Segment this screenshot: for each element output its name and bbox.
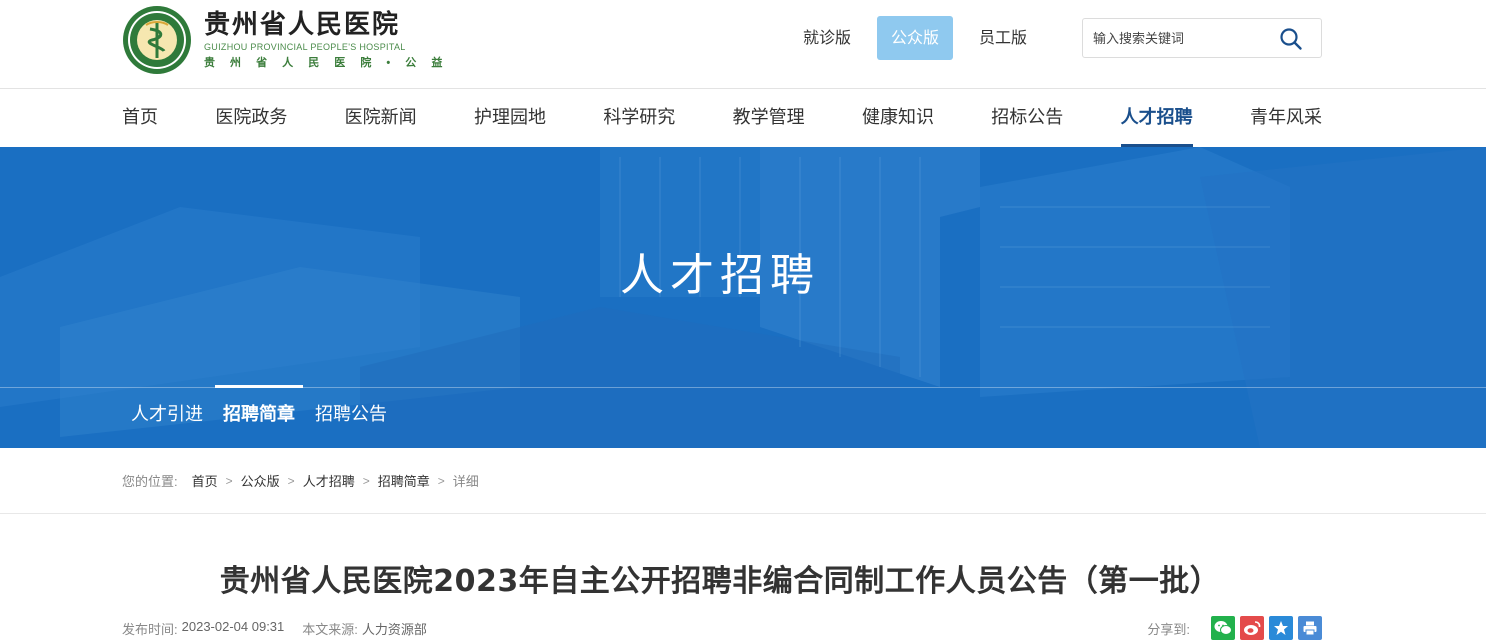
version-button-clinic[interactable]: 就诊版	[789, 16, 865, 60]
search-input[interactable]	[1083, 19, 1273, 57]
version-button-staff[interactable]: 员工版	[965, 16, 1041, 60]
nav-item-home[interactable]: 首页	[122, 89, 158, 147]
version-button-public[interactable]: 公众版	[877, 16, 954, 60]
breadcrumb-recruitment[interactable]: 人才招聘	[303, 471, 355, 490]
site-header: 贵州省人民医院 GUIZHOU PROVINCIAL PEOPLE'S HOSP…	[0, 0, 1486, 88]
wechat-icon[interactable]	[1211, 616, 1235, 640]
subnav-item-notice[interactable]: 招聘公告	[315, 387, 387, 448]
search-icon[interactable]	[1279, 27, 1303, 51]
article-source: 人力资源部	[361, 622, 427, 637]
nav-item-teaching[interactable]: 教学管理	[733, 89, 805, 147]
search-box	[1082, 18, 1322, 58]
article-meta: 发布时间: 2023-02-04 09:31 本文来源: 人力资源部	[122, 619, 445, 638]
nav-item-health[interactable]: 健康知识	[862, 89, 934, 147]
banner-title: 人才招聘	[620, 250, 820, 301]
subnav-item-talent[interactable]: 人才引进	[131, 387, 203, 448]
publish-time-label: 发布时间:	[122, 622, 178, 637]
breadcrumb-home[interactable]: 首页	[192, 471, 218, 490]
article-title: 贵州省人民医院2023年自主公开招聘非编合同制工作人员公告（第一批）	[219, 564, 1221, 599]
version-switcher: 就诊版 公众版 员工版	[789, 16, 1053, 60]
page-banner: 人才招聘 人才引进 招聘简章 招聘公告	[0, 147, 1486, 448]
breadcrumb-current: 详细	[452, 474, 479, 489]
hospital-logo[interactable]: 贵州省人民医院 GUIZHOU PROVINCIAL PEOPLE'S HOSP…	[122, 4, 448, 76]
chevron-right-icon: >	[362, 473, 370, 488]
hospital-emblem-icon	[123, 6, 191, 74]
breadcrumb: 您的位置: 首页 > 公众版 > 人才招聘 > 招聘简章 > 详细	[122, 471, 479, 490]
main-nav: 首页 医院政务 医院新闻 护理园地 科学研究 教学管理 健康知识 招标公告 人才…	[0, 88, 1486, 147]
print-icon[interactable]	[1298, 616, 1322, 640]
breadcrumb-brochure[interactable]: 招聘简章	[378, 471, 430, 490]
chevron-right-icon: >	[437, 473, 445, 488]
nav-item-recruitment[interactable]: 人才招聘	[1120, 89, 1193, 147]
publish-time: 2023-02-04 09:31	[181, 619, 285, 634]
chevron-right-icon: >	[225, 473, 233, 488]
qzone-icon[interactable]	[1269, 616, 1293, 640]
nav-item-youth[interactable]: 青年风采	[1250, 89, 1322, 147]
breadcrumb-bar: 您的位置: 首页 > 公众版 > 人才招聘 > 招聘简章 > 详细	[0, 448, 1486, 514]
hospital-slogan: 贵 州 省 人 民 医 院 • 公 益	[204, 57, 449, 69]
breadcrumb-public[interactable]: 公众版	[241, 471, 280, 490]
subnav-item-brochure[interactable]: 招聘简章	[215, 385, 303, 448]
hospital-name: 贵州省人民医院	[204, 10, 401, 40]
nav-item-tender[interactable]: 招标公告	[991, 89, 1063, 147]
source-label: 本文来源:	[302, 622, 358, 637]
chevron-right-icon: >	[287, 473, 295, 488]
hospital-name-en: GUIZHOU PROVINCIAL PEOPLE'S HOSPITAL	[204, 42, 406, 52]
nav-item-affairs[interactable]: 医院政务	[215, 89, 287, 147]
sub-nav: 人才引进 招聘简章 招聘公告	[131, 385, 407, 448]
nav-item-research[interactable]: 科学研究	[603, 89, 675, 147]
breadcrumb-label: 您的位置:	[122, 474, 178, 489]
weibo-icon[interactable]	[1240, 616, 1264, 640]
share-label: 分享到:	[1147, 621, 1190, 637]
share-bar: 分享到:	[1147, 616, 1322, 640]
nav-item-news[interactable]: 医院新闻	[345, 89, 417, 147]
nav-item-nursing[interactable]: 护理园地	[474, 89, 546, 147]
